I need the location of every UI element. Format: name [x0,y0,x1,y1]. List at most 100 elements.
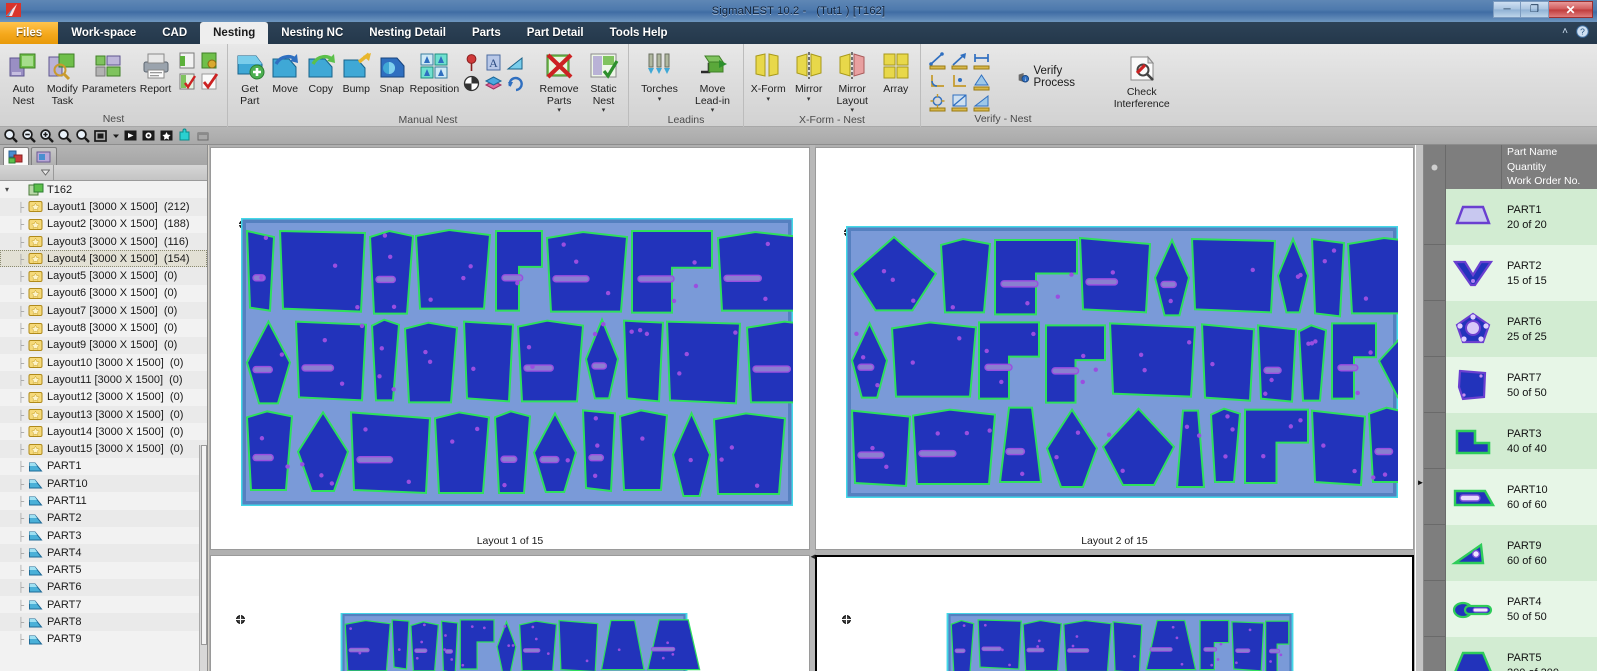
nest-approve-icon[interactable] [200,72,219,91]
layout-canvas-3[interactable] [211,556,809,671]
tab-cad[interactable]: CAD [149,22,200,44]
zoom-out-icon[interactable] [20,128,37,144]
layout-pane-2[interactable]: Layout 2 of 15 [815,147,1414,550]
properties-icon[interactable] [194,128,211,144]
parts-row-selector[interactable] [1424,301,1446,357]
settings-gear-icon[interactable] [140,128,157,144]
tree-item-part-part5[interactable]: ├ PART5 [0,562,207,579]
nest-check-task-icon[interactable] [178,72,197,91]
auto-nest-button[interactable]: Auto Nest [4,47,43,107]
collapse-ribbon-icon[interactable]: ˄ [1562,26,1568,37]
tree-root-t162[interactable]: ▾ T162 [0,181,207,198]
zoom-dropdown-icon[interactable] [110,128,121,144]
parts-row-selector[interactable] [1424,525,1446,581]
remove-parts-button[interactable]: Remove Parts ▾ [535,47,583,114]
parts-row-selector[interactable] [1424,189,1446,245]
verify-process-button[interactable]: i Verify Process [1013,63,1098,91]
tree-item-layout-10[interactable]: ├ Layout10 [3000 X 1500] (0) [0,354,207,371]
text-part-icon[interactable]: A [484,53,503,72]
tree-item-part-part10[interactable]: ├ PART10 [0,475,207,493]
measure-slope-icon[interactable] [972,93,991,112]
parts-inventory-row[interactable]: PART4 50 of 50 [1424,581,1597,637]
parts-inventory-row[interactable]: PART7 50 of 50 [1424,357,1597,413]
parts-inventory-list[interactable]: PART1 20 of 20 PART2 15 of 15 PART6 25 of 25 P… [1424,189,1597,671]
tree-item-layout-14[interactable]: ├ Layout14 [3000 X 1500] (0) [0,423,207,440]
check-interference-button[interactable]: Check Interference [1112,50,1171,110]
tab-tools-help[interactable]: Tools Help [597,22,681,44]
nest-import-icon[interactable] [178,51,197,70]
copy-button[interactable]: Copy [303,47,339,96]
tab-nesting[interactable]: Nesting [200,22,269,44]
column-quantity[interactable]: Quantity [1507,160,1597,175]
tree-expander[interactable]: ▾ [0,185,14,194]
plugin-icon[interactable] [176,128,193,144]
layout-pane-1[interactable]: Layout 1 of 15 [210,147,810,550]
parts-inventory-row[interactable]: PART2 15 of 15 [1424,245,1597,301]
measure-point-icon[interactable] [950,72,969,91]
tree-item-part-part8[interactable]: ├ PART8 [0,613,207,631]
undo-part-icon[interactable] [506,74,525,93]
measure-span-icon[interactable] [972,51,991,70]
zoom-fit-icon[interactable] [92,128,109,144]
tree-item-part-part1[interactable]: ├ PART1 [0,458,207,475]
tree-item-layout-6[interactable]: ├ Layout6 [3000 X 1500] (0) [0,285,207,302]
parts-row-selector[interactable] [1424,637,1446,671]
mirror-caret[interactable]: ▾ [807,96,811,103]
measure-area-icon[interactable] [972,72,991,91]
tree-item-part-part6[interactable]: ├ PART6 [0,578,207,597]
measure-radius-icon[interactable] [928,93,947,112]
layout-pane-3[interactable] [210,555,810,671]
array-button[interactable]: Array [876,47,916,96]
parts-row-selector[interactable] [1424,413,1446,469]
rotate-dial-icon[interactable] [462,74,481,93]
parts-inventory-row[interactable]: PART9 60 of 60 [1424,525,1597,581]
tree-item-part-part7[interactable]: ├ PART7 [0,596,207,613]
move-button[interactable]: Move [268,47,304,96]
parts-inventory-row[interactable]: PART1 20 of 20 [1424,189,1597,245]
tree-view-tab[interactable] [3,147,29,165]
right-panel-splitter[interactable]: ► [1415,145,1424,671]
layout-pane-4[interactable] [815,555,1414,671]
get-part-button[interactable]: Get Part [232,47,268,107]
report-button[interactable]: Report [136,47,175,96]
move-leadin-button[interactable]: Move Lead-in ▾ [686,47,739,114]
tab-nesting-nc[interactable]: Nesting NC [268,22,356,44]
play-icon[interactable] [122,128,139,144]
tree-item-part-part11[interactable]: ├ PART11 [0,492,207,509]
mirror-button[interactable]: Mirror ▾ [788,47,828,103]
tree-item-layout-8[interactable]: ├ Layout8 [3000 X 1500] (0) [0,319,207,336]
mirror-layout-caret[interactable]: ▾ [850,107,854,114]
tree-item-layout-3[interactable]: ├ Layout3 [3000 X 1500] (116) [0,232,207,251]
modify-task-button[interactable]: Modify Task [43,47,82,107]
static-nest-button[interactable]: Static Nest ▾ [583,47,624,114]
xform-caret[interactable]: ▾ [766,96,770,103]
tree-item-layout-7[interactable]: ├ Layout7 [3000 X 1500] (0) [0,302,207,320]
measure-angle-icon[interactable] [928,72,947,91]
tab-parts[interactable]: Parts [459,22,514,44]
tree-scrollbar[interactable] [199,445,207,671]
column-part-name[interactable]: Part Name [1507,145,1597,160]
tree-item-part-part9[interactable]: ├ PART9 [0,631,207,648]
tree-name-column[interactable] [54,165,207,180]
parts-inventory-row[interactable]: PART3 40 of 40 [1424,413,1597,469]
zoom-window-icon[interactable] [56,128,73,144]
remove-parts-caret[interactable]: ▾ [557,107,561,114]
minimize-button[interactable]: ─ [1493,1,1521,18]
tree-item-layout-5[interactable]: ├ Layout5 [3000 X 1500] (0) [0,267,207,285]
parts-inventory-row[interactable]: PART6 25 of 25 [1424,301,1597,357]
tree-item-layout-2[interactable]: ├ Layout2 [3000 X 1500] (188) [0,216,207,233]
zoom-icon[interactable] [2,128,19,144]
measure-grid-icon[interactable] [950,93,969,112]
parts-inventory-row[interactable]: PART10 60 of 60 [1424,469,1597,525]
xform-button[interactable]: X-Form ▾ [748,47,788,103]
tree-item-layout-1[interactable]: ├ Layout1 [3000 X 1500] (212) [0,198,207,216]
close-button[interactable]: ✕ [1549,1,1593,18]
zoom-in-icon[interactable] [38,128,55,144]
tree-item-layout-15[interactable]: ├ Layout15 [3000 X 1500] (0) [0,440,207,458]
tree-item-part-part2[interactable]: ├ PART2 [0,509,207,527]
layers-icon[interactable] [484,74,503,93]
torches-caret[interactable]: ▾ [658,96,662,103]
measure-arrow-icon[interactable] [950,51,969,70]
parameters-button[interactable]: Parameters [82,47,136,96]
help-icon[interactable]: ? [1576,25,1589,38]
